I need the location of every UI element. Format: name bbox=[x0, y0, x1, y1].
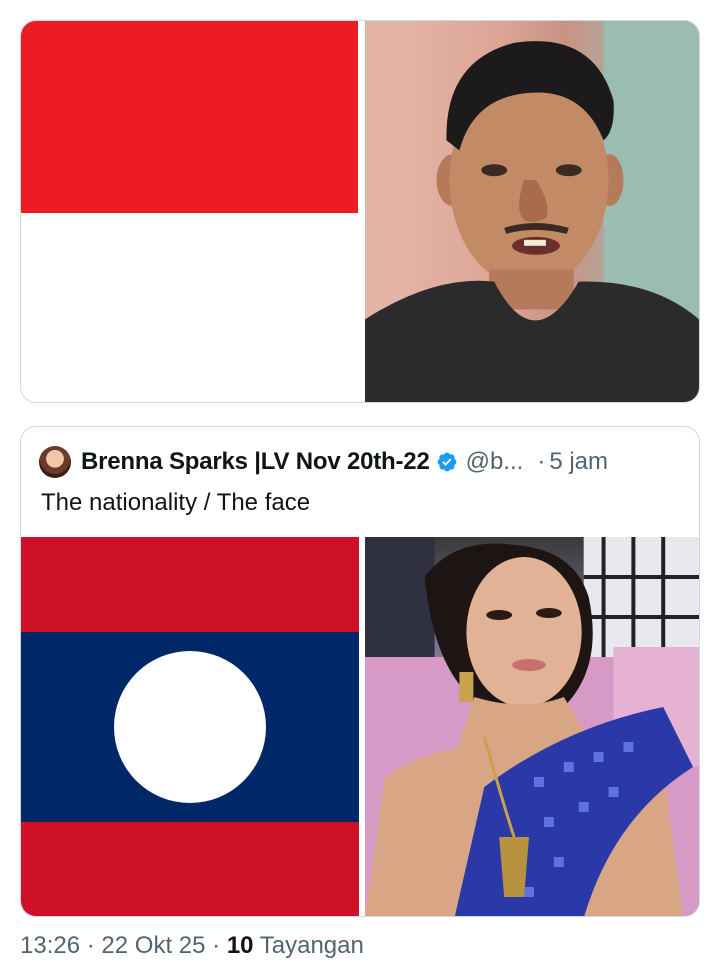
separator-dot: · bbox=[212, 932, 221, 959]
flag-band-red-top bbox=[21, 537, 359, 632]
media-image-indonesia-flag[interactable] bbox=[21, 21, 358, 402]
media-divider bbox=[358, 21, 365, 402]
media-image-woman-photo[interactable] bbox=[365, 537, 699, 916]
flag-band-red bbox=[21, 21, 358, 213]
verified-badge-icon bbox=[437, 452, 456, 472]
man-portrait-illustration bbox=[365, 21, 699, 402]
post-time[interactable]: 5 jam bbox=[549, 448, 608, 476]
laos-flag bbox=[21, 537, 359, 916]
tweet-meta: 13:26 · 22 Okt 25 · 10 Tayangan bbox=[20, 932, 364, 960]
flag-white-disc bbox=[114, 651, 266, 803]
woman-portrait-photo bbox=[365, 537, 699, 916]
quoted-tweet-header: Brenna Sparks |LV Nov 20th-22 @b... · 5 … bbox=[39, 445, 679, 479]
quoted-tweet-media bbox=[21, 537, 699, 916]
tweet-time[interactable]: 13:26 bbox=[20, 932, 80, 959]
tweet-date[interactable]: 22 Okt 25 bbox=[101, 932, 205, 959]
flag-band-white bbox=[21, 213, 358, 402]
author-handle[interactable]: @b... bbox=[466, 448, 524, 476]
tweet-media-grid bbox=[20, 20, 700, 403]
woman-portrait-illustration bbox=[365, 537, 699, 916]
quoted-tweet-text: The nationality / The face bbox=[41, 489, 311, 516]
media-image-laos-flag[interactable] bbox=[21, 537, 359, 916]
flag-band-red-bottom bbox=[21, 822, 359, 916]
separator-dot: · bbox=[537, 448, 546, 475]
tweet-detail: Brenna Sparks |LV Nov 20th-22 @b... · 5 … bbox=[0, 0, 720, 979]
man-portrait-photo bbox=[365, 21, 699, 402]
views-count[interactable]: 10 bbox=[227, 932, 254, 959]
separator-dot: · bbox=[86, 932, 95, 959]
views-label[interactable]: Tayangan bbox=[260, 932, 364, 959]
media-image-man-photo[interactable] bbox=[365, 21, 699, 402]
indonesia-flag bbox=[21, 21, 358, 402]
quoted-tweet-card[interactable]: Brenna Sparks |LV Nov 20th-22 @b... · 5 … bbox=[20, 426, 700, 917]
author-name[interactable]: Brenna Sparks |LV Nov 20th-22 bbox=[81, 448, 430, 476]
avatar[interactable] bbox=[39, 446, 71, 478]
